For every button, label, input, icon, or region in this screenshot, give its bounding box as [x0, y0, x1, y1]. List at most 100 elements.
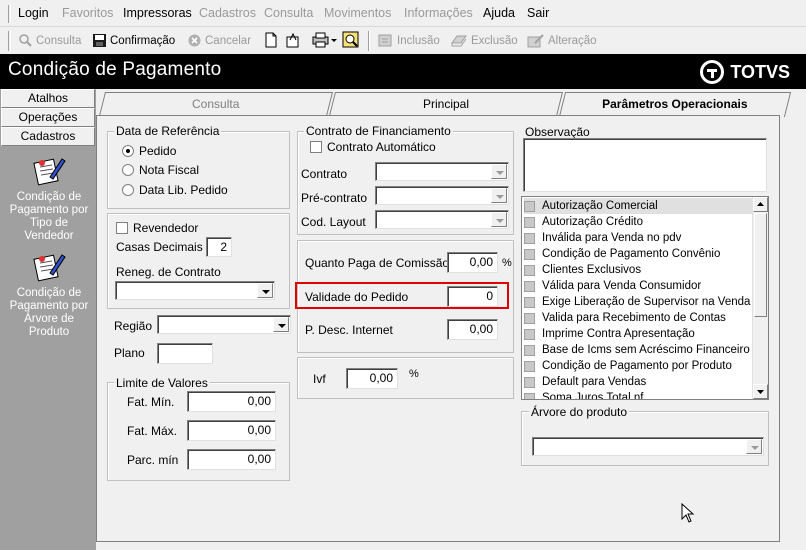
window-title: Condição de Pagamento [8, 59, 222, 80]
menu-movimentos[interactable]: Movimentos [324, 6, 391, 20]
checklist-checkbox[interactable] [524, 280, 535, 292]
tab-consulta[interactable]: Consulta [99, 92, 333, 116]
menu-bar: Login Favoritos Impressoras Cadastros Co… [0, 0, 806, 27]
arvore-produto-label: Árvore do produto [529, 405, 630, 419]
arvore-produto-select[interactable] [532, 437, 764, 456]
checklist-checkbox[interactable] [524, 232, 535, 244]
checklist-scrollbar[interactable] [752, 197, 768, 399]
menu-impressoras[interactable]: Impressoras [123, 6, 192, 20]
checklist-item[interactable]: Autorização Crédito [524, 214, 754, 230]
checklist-checkbox[interactable] [524, 376, 535, 388]
cancelar-button[interactable]: Cancelar [187, 33, 251, 48]
checklist-item[interactable]: Autorização Comercial [524, 198, 754, 214]
checklist-item[interactable]: Condição de Pagamento Convênio [524, 246, 754, 262]
menu-ajuda[interactable]: Ajuda [483, 6, 515, 20]
scroll-down-button[interactable] [753, 384, 768, 399]
checklist-checkbox[interactable] [524, 296, 535, 308]
checklist-item[interactable]: Valida para Recebimento de Contas [524, 310, 754, 326]
checklist-item[interactable]: Inválida para Venda no pdv [524, 230, 754, 246]
scroll-thumb[interactable] [754, 213, 767, 317]
export-icon[interactable] [284, 32, 302, 51]
menu-consulta[interactable]: Consulta [264, 6, 313, 20]
parc-min-input[interactable]: 0,00 [187, 449, 276, 470]
quanto-paga-comissao-input[interactable]: 0,00 [447, 252, 498, 273]
fat-max-input[interactable]: 0,00 [187, 420, 276, 441]
reneg-contrato-select[interactable] [115, 281, 275, 300]
radio-data-lib-pedido-label: Data Lib. Pedido [139, 183, 228, 197]
exclusao-button[interactable]: Exclusão [450, 33, 518, 48]
radio-nota-fiscal[interactable] [122, 164, 134, 176]
checklist-item[interactable]: Exige Liberação de Supervisor na Venda [524, 294, 754, 310]
checklist-checkbox[interactable] [524, 200, 535, 212]
chevron-down-icon[interactable] [746, 439, 762, 454]
validade-pedido-input[interactable]: 0 [447, 286, 498, 307]
menu-sair[interactable]: Sair [527, 6, 549, 20]
parametros-checklist[interactable]: Autorização Comercial Autorização Crédito… [521, 196, 769, 400]
checklist-checkbox[interactable] [524, 360, 535, 372]
checklist-item[interactable]: Válida para Venda Consumidor [524, 278, 754, 294]
checklist-item[interactable]: Default para Vendas [524, 374, 754, 390]
printer-icon[interactable] [312, 32, 338, 51]
plano-input[interactable] [157, 343, 213, 364]
sidebar-item-condicao-tipo-vendedor[interactable]: Condição de Pagamento por Tipo de Vended… [4, 153, 94, 243]
sidebar-item-condicao-arvore-produto[interactable]: Condição de Pagamento por Árvore de Prod… [4, 249, 94, 339]
checklist-checkbox[interactable] [524, 328, 535, 340]
sidebar-button-atalhos[interactable]: Atalhos [1, 89, 95, 108]
inclusao-button[interactable]: Inclusão [378, 33, 440, 48]
fat-max-label: Fat. Máx. [127, 424, 178, 438]
checklist-checkbox[interactable] [524, 264, 535, 276]
chevron-down-icon[interactable] [273, 317, 289, 332]
observacao-textarea[interactable] [523, 138, 767, 192]
radio-data-lib-pedido[interactable] [122, 184, 134, 196]
radio-pedido[interactable] [122, 145, 134, 157]
alteracao-button[interactable]: Alteração [527, 33, 597, 48]
confirmacao-button[interactable]: Confirmação [92, 33, 175, 48]
desc-internet-input[interactable]: 0,00 [447, 319, 498, 340]
checklist-checkbox[interactable] [524, 216, 535, 228]
percent-unit: % [502, 257, 512, 269]
chevron-down-icon[interactable] [491, 164, 507, 179]
chevron-down-icon[interactable] [491, 212, 507, 227]
checklist-item[interactable]: Base de Icms sem Acréscimo Financeiro [524, 342, 754, 358]
checklist-checkbox[interactable] [524, 248, 535, 260]
sidebar-button-cadastros[interactable]: Cadastros [1, 127, 95, 146]
contrato-select[interactable] [375, 162, 509, 181]
checklist-item[interactable]: Imprime Contra Apresentação [524, 326, 754, 342]
checklist-item[interactable]: Condição de Pagamento por Produto [524, 358, 754, 374]
consulta-button[interactable]: Consulta [18, 33, 81, 48]
reneg-contrato-label: Reneg. de Contrato [116, 265, 221, 279]
sidebar-item-label: Condição de Pagamento por Tipo de Vended… [9, 191, 89, 242]
chevron-down-icon[interactable] [257, 283, 273, 298]
regiao-select[interactable] [157, 315, 291, 334]
inclusao-label: Inclusão [397, 34, 440, 47]
checklist-item[interactable]: Soma Juros Total nf [524, 390, 754, 399]
pre-contrato-select[interactable] [375, 186, 509, 205]
ivf-input[interactable]: 0,00 [346, 368, 398, 389]
validade-pedido-label: Validade do Pedido [305, 290, 409, 304]
menu-informacoes[interactable]: Informações [404, 6, 473, 20]
revendedor-checkbox[interactable] [116, 222, 128, 234]
checklist-checkbox[interactable] [524, 312, 535, 324]
contrato-automatico-checkbox[interactable] [310, 141, 322, 153]
checklist-checkbox[interactable] [524, 392, 535, 399]
menu-login[interactable]: Login [18, 6, 49, 20]
tab-parametros-operacionais[interactable]: Parâmetros Operacionais [558, 92, 792, 117]
new-document-icon[interactable] [264, 32, 278, 51]
report-search-icon[interactable] [342, 31, 360, 52]
checklist-item[interactable]: Clientes Exclusivos [524, 262, 754, 278]
chevron-down-icon[interactable] [491, 188, 507, 203]
cod-layout-select[interactable] [375, 210, 509, 229]
menu-favoritos[interactable]: Favoritos [62, 6, 113, 20]
sidebar-button-operacoes[interactable]: Operações [1, 108, 95, 127]
fat-min-input[interactable]: 0,00 [187, 391, 276, 412]
cancel-icon [188, 34, 201, 47]
scroll-up-button[interactable] [753, 197, 768, 212]
delete-record-icon [451, 35, 467, 47]
ivf-label: Ivf [313, 372, 326, 386]
ivf-percent-unit: % [409, 368, 419, 380]
casas-decimais-input[interactable]: 2 [206, 237, 232, 257]
menu-cadastros[interactable]: Cadastros [199, 6, 256, 20]
tab-principal[interactable]: Principal [329, 92, 563, 116]
toolbar: Consulta Confirmação Cancelar Inclusão E… [0, 28, 806, 53]
checklist-checkbox[interactable] [524, 344, 535, 356]
